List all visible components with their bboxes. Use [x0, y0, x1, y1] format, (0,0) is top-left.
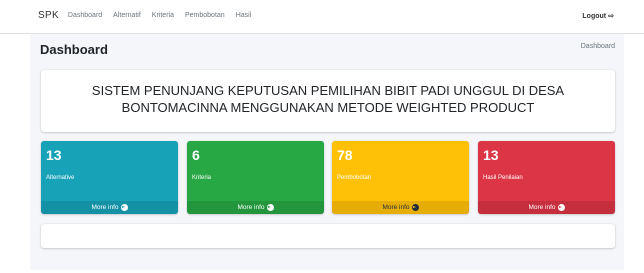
more-info-label: More info	[528, 204, 556, 211]
nav-link-hasil[interactable]: Hasil	[236, 12, 252, 19]
arrow-circle-right-icon	[411, 204, 419, 211]
system-title-line-1: SISTEM PENUNJANG KEPUTUSAN PEMILIHAN BIB…	[91, 83, 565, 98]
arrow-circle-right-icon	[266, 204, 274, 211]
brand-link[interactable]: SPK	[38, 10, 59, 21]
stat-value: 78	[337, 147, 353, 163]
empty-card	[41, 224, 615, 248]
arrow-circle-right-icon	[120, 204, 128, 211]
logout-label: Logout	[582, 12, 607, 20]
nav-links: SPK Dashboard Alternatif Kriteria Pembob…	[38, 10, 262, 21]
stat-box-pembobotan: 78 Pembobotan More info	[332, 141, 469, 214]
stat-box-hasil-penilaian: 13 Hasil Penilaian More info	[478, 141, 615, 214]
nav-link-alternatif[interactable]: Alternatif	[113, 12, 141, 19]
main-content: Dashboard Dashboard SISTEM PENUNJANG KEP…	[30, 34, 624, 270]
system-title-line-2: BONTOMACINNA MENGGUNAKAN METODE WEIGHTED…	[121, 100, 535, 115]
more-info-label: More info	[237, 204, 265, 211]
more-info-label: More info	[382, 204, 410, 211]
logout-button[interactable]: Logout ⇨	[582, 12, 614, 21]
nav-link-dashboard[interactable]: Dashboard	[68, 12, 102, 19]
page-title: Dashboard	[40, 42, 108, 57]
stat-value: 6	[192, 147, 200, 163]
breadcrumb: Dashboard	[581, 43, 615, 50]
stat-value: 13	[483, 147, 499, 163]
stat-value: 13	[46, 147, 62, 163]
more-info-link[interactable]: More info	[478, 201, 615, 214]
stat-label: Alternative	[46, 175, 75, 181]
stat-box-alternative: 13 Alternative More info	[41, 141, 178, 214]
stat-label: Kriteria	[192, 175, 212, 181]
more-info-link[interactable]: More info	[187, 201, 324, 214]
title-card: SISTEM PENUNJANG KEPUTUSAN PEMILIHAN BIB…	[41, 70, 615, 132]
app-window: SPK Dashboard Alternatif Kriteria Pembob…	[0, 0, 644, 273]
stat-label: Hasil Penilaian	[483, 175, 523, 181]
more-info-link[interactable]: More info	[41, 201, 178, 214]
stat-box-kriteria: 6 Kriteria More info	[187, 141, 324, 214]
system-title: SISTEM PENUNJANG KEPUTUSAN PEMILIHAN BIB…	[41, 82, 615, 116]
breadcrumb-item-dashboard[interactable]: Dashboard	[581, 43, 615, 50]
sign-out-icon: ⇨	[608, 13, 614, 20]
stat-label: Pembobotan	[337, 175, 372, 181]
nav-link-pembobotan[interactable]: Pembobotan	[185, 12, 225, 19]
more-info-label: More info	[91, 204, 119, 211]
nav-link-kriteria[interactable]: Kriteria	[152, 12, 174, 19]
more-info-link[interactable]: More info	[332, 201, 469, 214]
top-navbar: SPK Dashboard Alternatif Kriteria Pembob…	[0, 0, 644, 34]
arrow-circle-right-icon	[557, 204, 565, 211]
